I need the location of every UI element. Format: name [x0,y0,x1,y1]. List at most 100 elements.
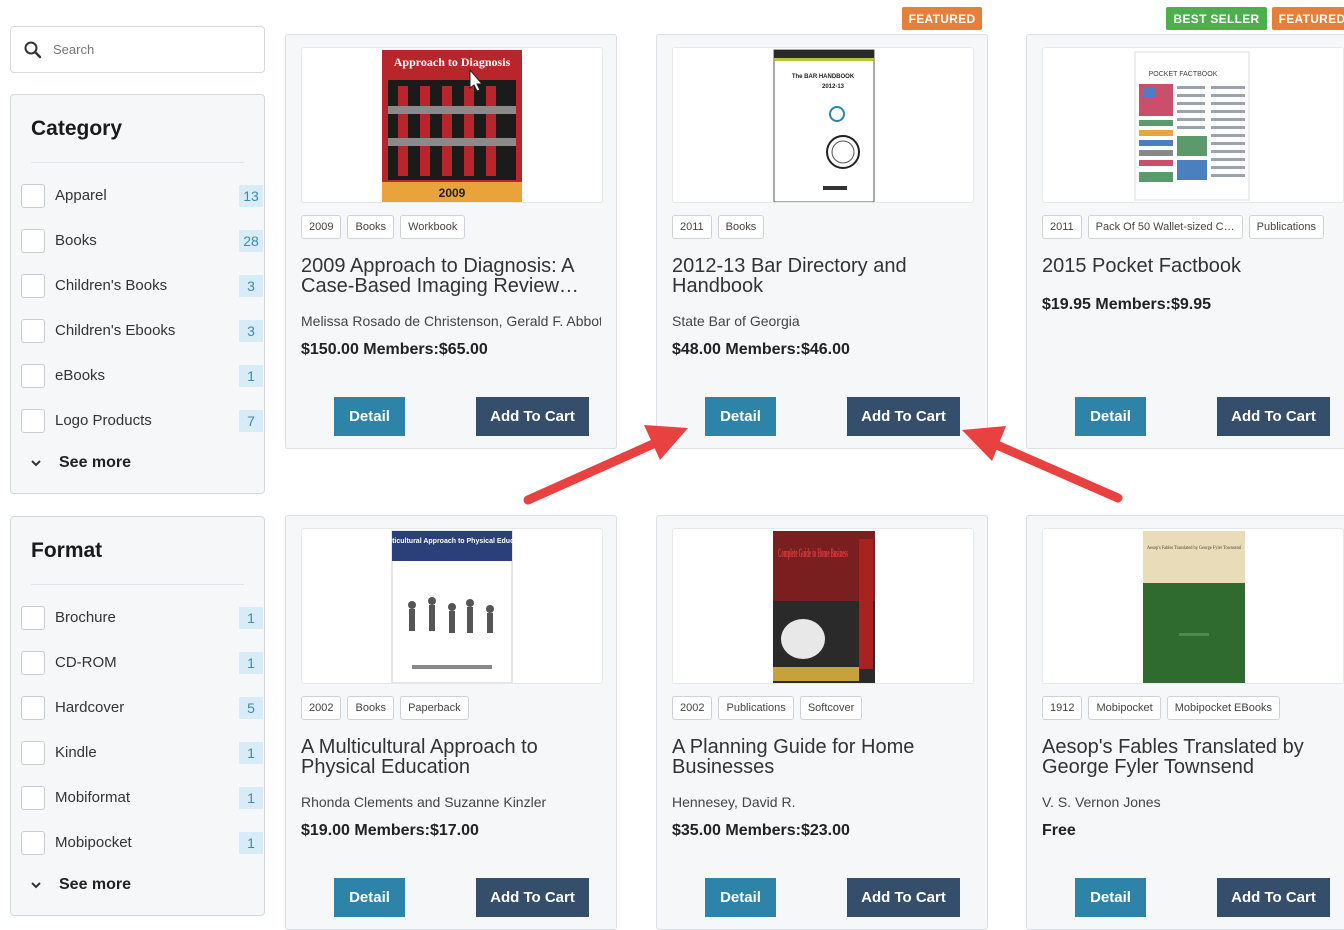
product-tag[interactable]: 2011 [1042,215,1082,239]
product-tag[interactable]: Books [717,215,765,239]
filter-checkbox[interactable] [21,228,45,253]
product-title[interactable]: 2012-13 Bar Directory and Handbook [672,256,972,296]
filter-label: Kindle [55,744,97,761]
product-thumbnail[interactable]: Aesop's Fables Translated by George Fyle… [1042,528,1344,684]
product-tag[interactable]: 2002 [301,696,342,720]
detail-button[interactable]: Detail [705,397,776,436]
book-cover-image: The BAR HANDBOOK 2012-13 [773,49,875,202]
search-input[interactable] [53,42,243,57]
filter-checkbox[interactable] [21,740,45,765]
product-author: State Bar of Georgia [672,313,800,329]
product-tag[interactable]: Paperback [400,696,469,720]
product-tag[interactable]: 2002 [672,696,713,720]
product-title[interactable]: 2015 Pocket Factbook [1042,256,1342,276]
category-see-more[interactable]: See more [31,443,244,483]
add-to-cart-button[interactable]: Add To Cart [1217,397,1330,436]
chevron-down-icon [31,882,41,889]
product-price: $19.95 Members:$9.95 [1042,296,1211,313]
filter-count-badge: 1 [239,651,263,674]
book-cover-image: Aesop's Fables Translated by George Fyle… [1143,531,1245,683]
filter-label: Logo Products [55,412,152,429]
filter-option[interactable]: Kindle 1 [21,730,263,775]
filter-option[interactable]: eBooks 1 [21,353,263,398]
product-card: A Multicultural Approach to Physical Edu… [285,515,617,930]
book-cover-image: POCKET FACTBOOK [1134,51,1250,201]
filter-checkbox[interactable] [21,695,45,720]
product-thumbnail[interactable]: A Multicultural Approach to Physical Edu… [301,528,603,684]
cover-year: 2009 [439,186,466,200]
filter-label: CD-ROM [55,654,117,671]
add-to-cart-button[interactable]: Add To Cart [1217,878,1330,917]
product-tag[interactable]: Pack Of 50 Wallet-sized C… [1087,215,1243,239]
filter-checkbox[interactable] [21,605,45,630]
add-to-cart-button[interactable]: Add To Cart [476,878,589,917]
product-tag[interactable]: Books [347,215,395,239]
filter-count-badge: 28 [239,229,263,252]
filter-checkbox[interactable] [21,785,45,810]
cover-title: A Multicultural Approach to Physical Edu… [373,538,530,545]
detail-button[interactable]: Detail [334,878,405,917]
product-author: Melissa Rosado de Christenson, Gerald F.… [301,313,601,329]
product-tag[interactable]: 2011 [672,215,712,239]
search-box[interactable] [10,26,265,73]
filter-option[interactable]: Logo Products 7 [21,398,263,443]
product-title[interactable]: 2009 Approach to Diagnosis: A Case-Based… [301,256,601,296]
product-thumbnail[interactable]: The BAR HANDBOOK 2012-13 [672,47,974,203]
filter-count-badge: 1 [239,606,263,629]
detail-button[interactable]: Detail [334,397,405,436]
category-title: Category [31,95,244,163]
product-title[interactable]: A Multicultural Approach to Physical Edu… [301,737,601,777]
filter-count-badge: 5 [239,696,263,719]
add-to-cart-button[interactable]: Add To Cart [476,397,589,436]
product-tag[interactable]: 1912 [1042,696,1083,720]
product-thumbnail[interactable]: Complete Guide to Home Business [672,528,974,684]
filter-option[interactable]: Books 28 [21,218,263,263]
filter-checkbox[interactable] [21,273,45,298]
product-tag[interactable]: Publications [718,696,794,720]
product-title[interactable]: Aesop's Fables Translated by George Fyle… [1042,737,1342,777]
filter-checkbox[interactable] [21,318,45,343]
filter-option[interactable]: Mobiformat 1 [21,775,263,820]
filter-count-badge: 3 [239,319,263,342]
detail-button[interactable]: Detail [1075,878,1146,917]
see-more-label: See more [59,876,132,893]
add-to-cart-button[interactable]: Add To Cart [847,878,960,917]
add-to-cart-button[interactable]: Add To Cart [847,397,960,436]
product-tag[interactable]: Mobipocket EBooks [1166,696,1280,720]
product-tag[interactable]: Publications [1248,215,1324,239]
cover-title: Aesop's Fables Translated by George Fyle… [1147,546,1241,551]
product-tag[interactable]: Books [347,696,395,720]
filter-checkbox[interactable] [21,830,45,855]
product-title[interactable]: A Planning Guide for Home Businesses [672,737,972,777]
product-tag[interactable]: Workbook [400,215,466,239]
product-tag[interactable]: Softcover [799,696,863,720]
product-tag[interactable]: Mobipocket [1088,696,1161,720]
filter-option[interactable]: Hardcover 5 [21,685,263,730]
detail-button[interactable]: Detail [705,878,776,917]
product-tag[interactable]: 2009 [301,215,342,239]
product-price: $150.00 Members:$65.00 [301,341,488,358]
product-thumbnail[interactable]: POCKET FACTBOOK [1042,47,1344,203]
product-card: Complete Guide to Home Business 2002 Pub… [656,515,988,930]
filter-option[interactable]: Mobipocket 1 [21,820,263,865]
cover-title: The BAR HANDBOOK [792,74,855,80]
filter-option[interactable]: CD-ROM 1 [21,640,263,685]
product-price: $35.00 Members:$23.00 [672,822,850,839]
filter-label: eBooks [55,367,106,384]
filter-option[interactable]: Brochure 1 [21,595,263,640]
filter-checkbox[interactable] [21,183,45,208]
filter-option[interactable]: Children's Books 3 [21,263,263,308]
filter-checkbox[interactable] [21,363,45,388]
cover-title: Approach to Diagnosis [394,55,511,69]
filter-checkbox[interactable] [21,650,45,675]
filter-option[interactable]: Children's Ebooks 3 [21,308,263,353]
filter-label: Books [55,232,97,249]
product-thumbnail[interactable]: Approach to Diagnosis 2009 [301,47,603,203]
chevron-down-icon [31,460,41,467]
format-see-more[interactable]: See more [31,865,244,905]
filter-checkbox[interactable] [21,408,45,433]
filter-option[interactable]: Apparel 13 [21,173,263,218]
detail-button[interactable]: Detail [1075,397,1146,436]
filter-count-badge: 7 [239,409,263,432]
cover-title: POCKET FACTBOOK [1149,71,1218,78]
